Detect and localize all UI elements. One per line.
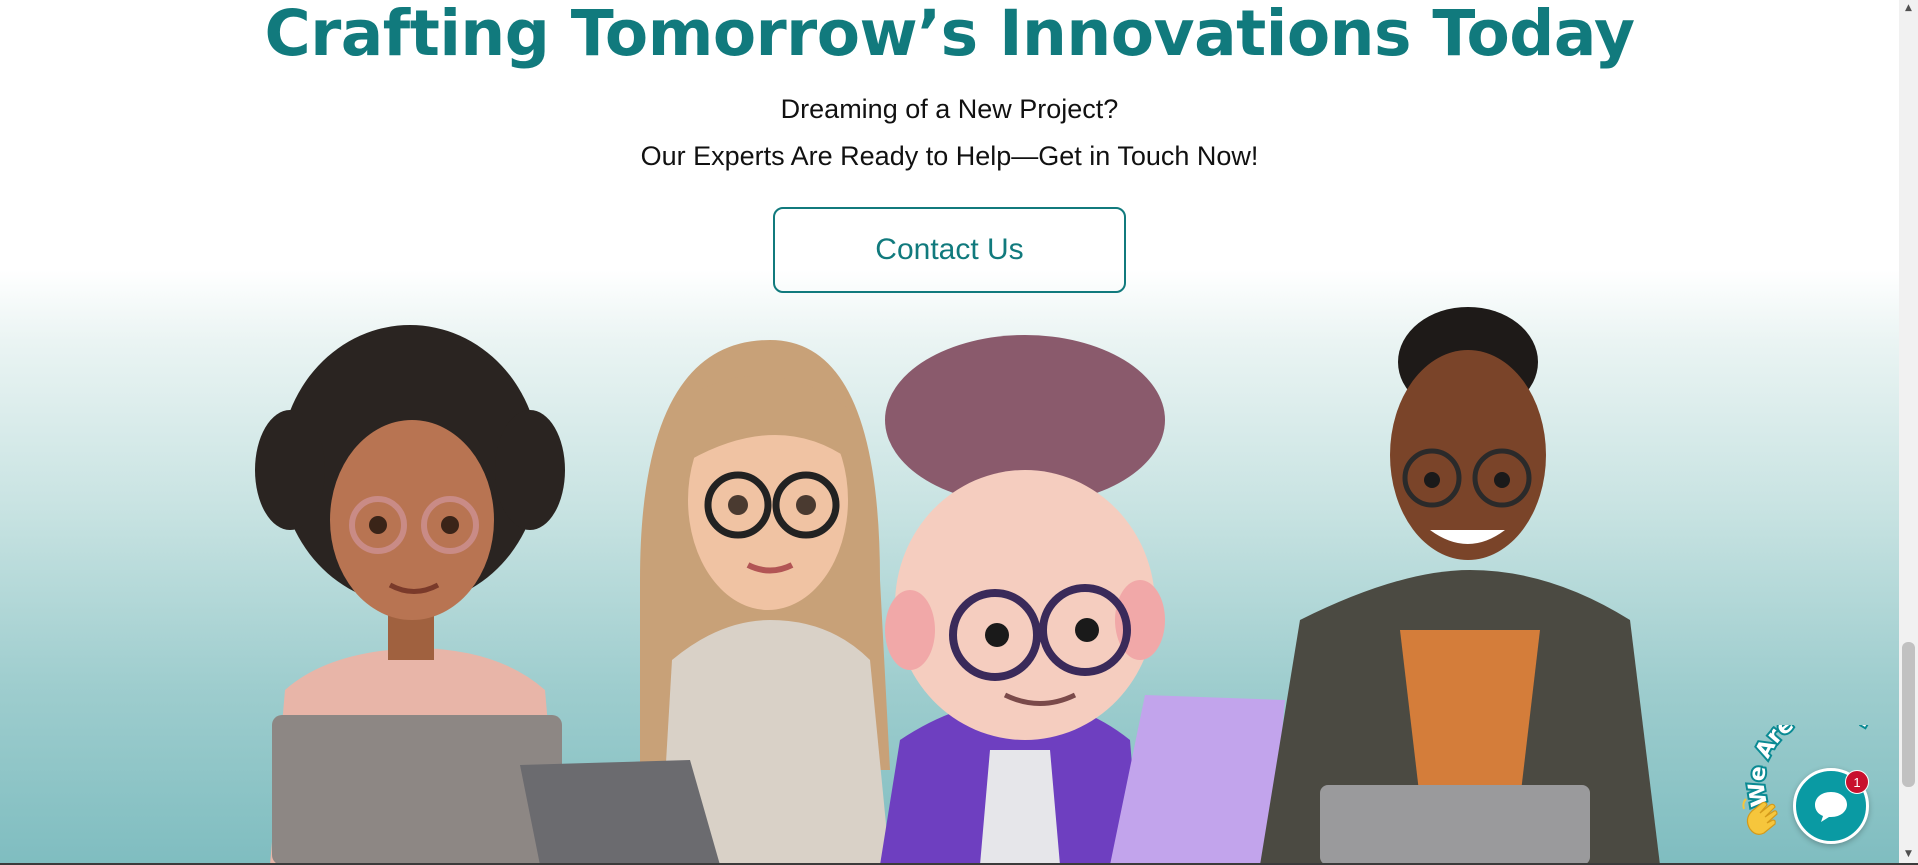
scroll-up-arrow-icon[interactable]: ▲	[1899, 0, 1918, 17]
person-curly-hair-woman	[255, 325, 565, 865]
hero-subline-cta: Our Experts Are Ready to Help—Get in Tou…	[640, 141, 1259, 171]
hero-headline: Crafting Tomorrow’s Innovations Today	[264, 0, 1635, 70]
page: Crafting Tomorrow’s Innovations Today Dr…	[0, 0, 1899, 865]
person-purple-hair-boy	[880, 335, 1285, 865]
chat-unread-badge: 1	[1845, 770, 1869, 794]
vertical-scrollbar[interactable]: ▲ ▼	[1899, 0, 1918, 865]
scroll-down-arrow-icon[interactable]: ▼	[1899, 846, 1918, 863]
scrollbar-thumb[interactable]	[1902, 642, 1915, 787]
chat-widget[interactable]: We Are Here! 1	[1740, 725, 1900, 860]
chat-bubble-icon	[1815, 792, 1847, 822]
contact-us-button[interactable]: Contact Us	[773, 207, 1126, 293]
hero-subline-question: Dreaming of a New Project?	[780, 94, 1119, 124]
team-illustration	[255, 307, 1660, 865]
waving-hand-icon	[1742, 798, 1778, 835]
person-hoodie-man	[1260, 307, 1660, 865]
person-long-hair-woman	[520, 340, 890, 865]
